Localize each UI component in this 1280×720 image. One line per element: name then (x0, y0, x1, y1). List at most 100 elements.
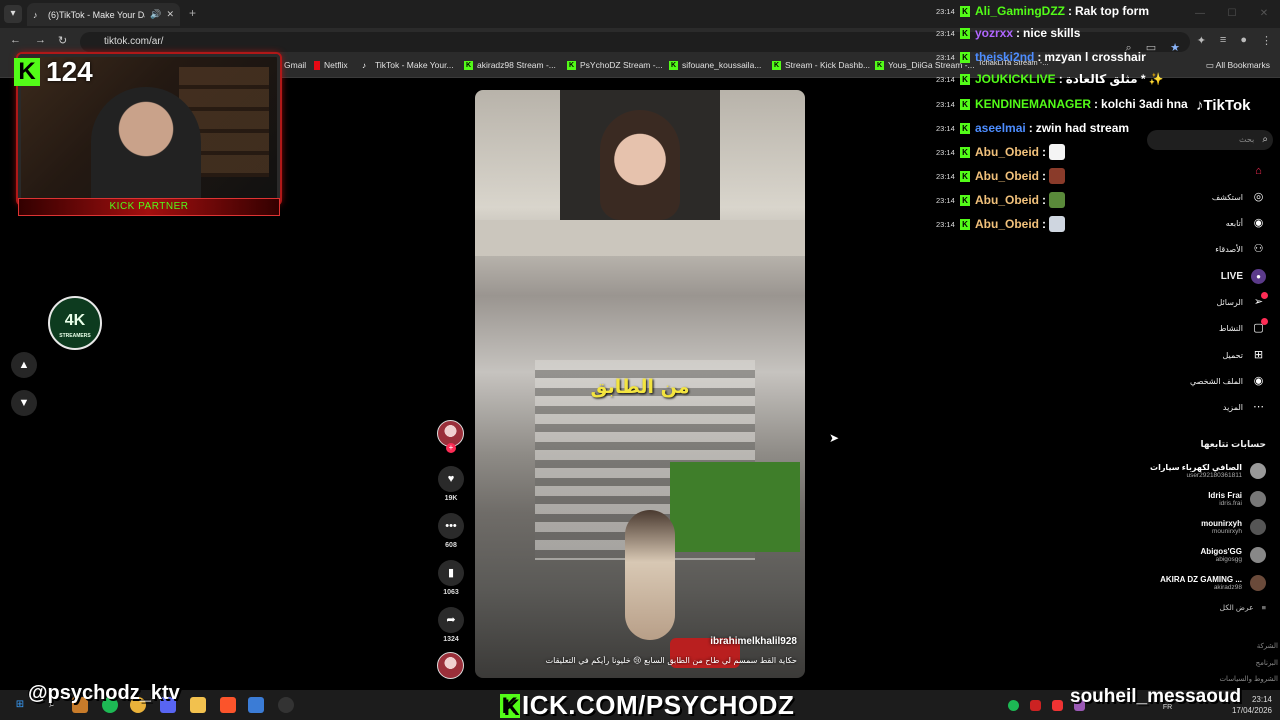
compass-icon: ◎ (1253, 190, 1264, 203)
follow-plus-icon[interactable]: + (446, 443, 456, 453)
menu-icon[interactable]: ⋮ (1261, 34, 1272, 47)
kick-badge-icon: K (960, 146, 970, 158)
obs-icon[interactable] (278, 697, 294, 713)
chat-message: 23:14 K Abu_Obeid: (936, 141, 1066, 163)
nav-explore[interactable]: استكشف ◎ (1212, 187, 1266, 207)
nav-following[interactable]: أتابعه ◉ (1226, 213, 1266, 233)
bookmark-sifouane[interactable]: Ksifouane_koussaila... (669, 60, 761, 70)
close-tab-icon[interactable]: ✕ (166, 9, 174, 20)
chat-text: مثلق كالعادة * ✨ (1065, 72, 1164, 86)
chat-text: mzyan l crosshair (1044, 50, 1146, 64)
account-handle: abigosgg (1215, 556, 1242, 563)
close-window-icon[interactable]: ✕ (1248, 0, 1280, 28)
footer-link[interactable]: البرنامج (1256, 659, 1278, 667)
nav-activity[interactable]: النشاط ▢ (1218, 317, 1268, 338)
kick-badge-icon: K (960, 170, 970, 182)
save-action[interactable]: ▮ 1063 (437, 560, 465, 596)
followed-account[interactable]: Idris Frai idris.frai (1208, 487, 1266, 511)
bookmark-gmail[interactable]: Gmail (284, 60, 306, 70)
maximize-icon[interactable]: ☐ (1216, 0, 1248, 28)
screen: ▾ ♪ (6)TikTok - Make Your Day 🔊 ✕ + — ☐ … (0, 0, 1280, 720)
nav-home[interactable]: ⌂ (1251, 161, 1266, 181)
tiktok-logo-text: TikTok (1203, 97, 1251, 114)
all-bookmarks-label: All Bookmarks (1215, 60, 1270, 70)
forward-icon[interactable]: → (35, 34, 46, 46)
chat-username: Ali_GamingDZZ (975, 4, 1066, 18)
media-icon[interactable]: ≡ (1220, 34, 1226, 47)
account-name: mounirxyh (1201, 519, 1242, 528)
woman-in-window (600, 110, 680, 220)
account-avatar (1250, 463, 1266, 479)
minimize-icon[interactable]: — (1184, 0, 1216, 28)
like-action[interactable]: ♥ 19K (437, 466, 465, 502)
share-icon[interactable]: ➦ (438, 607, 464, 633)
comment-icon[interactable]: ••• (438, 513, 464, 539)
search-input[interactable]: بحث ⌕ (1147, 130, 1273, 150)
nav-profile[interactable]: الملف الشخصي ◉ (1190, 371, 1266, 391)
mouse-cursor-icon: ➤ (829, 431, 840, 445)
bookmark-netflix[interactable]: Netflix (314, 60, 348, 70)
chat-message: 23:14 K Abu_Obeid: (936, 165, 1066, 187)
windows-start-icon[interactable]: ⊞ (12, 697, 28, 713)
comment-count: 608 (445, 542, 457, 549)
followed-account[interactable]: AKIRA DZ GAMING ... akiradz98 (1160, 571, 1266, 595)
footer-link[interactable]: الشركة (1257, 642, 1278, 650)
brave-icon[interactable] (220, 697, 236, 713)
video-author[interactable]: ibrahimelkhalil928 (710, 636, 797, 647)
nav-messages[interactable]: الرسائل ➢ (1216, 291, 1268, 312)
tiktok-logo[interactable]: ♪TikTok (1196, 97, 1250, 114)
profile-icon[interactable]: ● (1240, 34, 1247, 47)
speaker-icon[interactable]: 🔊 (150, 9, 161, 20)
nav-upload[interactable]: تحميل ⊞ (1223, 345, 1267, 365)
followed-account[interactable]: mounirxyh mounirxyh (1201, 515, 1266, 539)
share-action[interactable]: ➦ 1324 (437, 607, 465, 643)
photos-icon[interactable] (248, 697, 264, 713)
bookmark-star-icon[interactable]: ★ (1170, 38, 1180, 58)
previous-video-button[interactable]: ▲ (11, 352, 37, 378)
active-tab[interactable]: ♪ (6)TikTok - Make Your Day 🔊 ✕ (27, 3, 180, 26)
cast-icon[interactable]: ▭ (1146, 38, 1156, 58)
logo-text: 4K (64, 312, 86, 329)
nav-more[interactable]: المزيد ⋯ (1223, 397, 1266, 417)
tray-app-icon[interactable] (1030, 700, 1041, 711)
show-all-button[interactable]: عرض الكل ≡ (1220, 603, 1266, 612)
nav-live[interactable]: LIVE ● (1221, 266, 1266, 286)
back-icon[interactable]: ← (10, 34, 21, 46)
chat-username: Abu_Obeid (975, 169, 1040, 183)
tray-spotify-icon[interactable] (1008, 700, 1019, 711)
video-player[interactable]: من الطابق ibrahimelkhalil928 حكاية القط … (475, 90, 805, 678)
new-tab-icon[interactable]: + (189, 6, 196, 20)
nav-label: الرسائل (1216, 297, 1244, 307)
bookmark-label: Gmail (284, 60, 307, 70)
bookmark-label: TikTok - Make Your... (375, 60, 454, 70)
chat-message: 23:14 K Abu_Obeid: (936, 213, 1066, 235)
bookmark-kick-dashboard[interactable]: K Stream - Kick Dashb... (772, 60, 870, 70)
account-handle: akiradz98 (1213, 584, 1242, 591)
sound-disc[interactable] (437, 652, 464, 679)
heart-icon[interactable]: ♥ (438, 466, 464, 492)
emote-icon (1049, 144, 1066, 160)
kick-badge-icon: K (960, 194, 970, 206)
extensions-icon[interactable]: ✦ (1197, 34, 1206, 47)
footer-link[interactable]: الشروط والسياسات (1219, 675, 1278, 683)
followed-account[interactable]: Abigos'GG abigosgg (1201, 543, 1266, 567)
search-icon[interactable]: ⌕ (1262, 130, 1268, 150)
all-bookmarks[interactable]: ▭ All Bookmarks (1206, 60, 1270, 71)
nav-friends[interactable]: الأصدقاء ⚇ (1215, 239, 1266, 259)
ledge (475, 220, 805, 256)
file-explorer-icon[interactable] (190, 697, 206, 713)
chat-message: 23:14 K Ali_GamingDZZ: Rak top form (936, 4, 1150, 18)
bookmark-tiktok[interactable]: ♪ TikTok - Make Your... (362, 60, 454, 70)
bookmark-akiradz98[interactable]: Kakiradz98 Stream -... (464, 60, 556, 70)
bookmark-psychodz[interactable]: K PsYchoDZ Stream -... (567, 60, 663, 70)
account-handle: mounirxyh (1212, 528, 1242, 535)
next-video-button[interactable]: ▼ (11, 390, 37, 416)
tab-search-icon[interactable]: ▾ (4, 5, 22, 23)
kick-logo-icon: K (14, 58, 40, 86)
tray-app-icon[interactable] (1052, 700, 1063, 711)
bookmark-icon[interactable]: ▮ (438, 560, 464, 586)
comment-action[interactable]: ••• 608 (437, 513, 465, 549)
followed-account[interactable]: الصافي لكهرباء سيارات user292180361811 (1150, 459, 1266, 483)
kick-icon: K (772, 60, 781, 70)
nav-label: النشاط (1218, 323, 1243, 333)
